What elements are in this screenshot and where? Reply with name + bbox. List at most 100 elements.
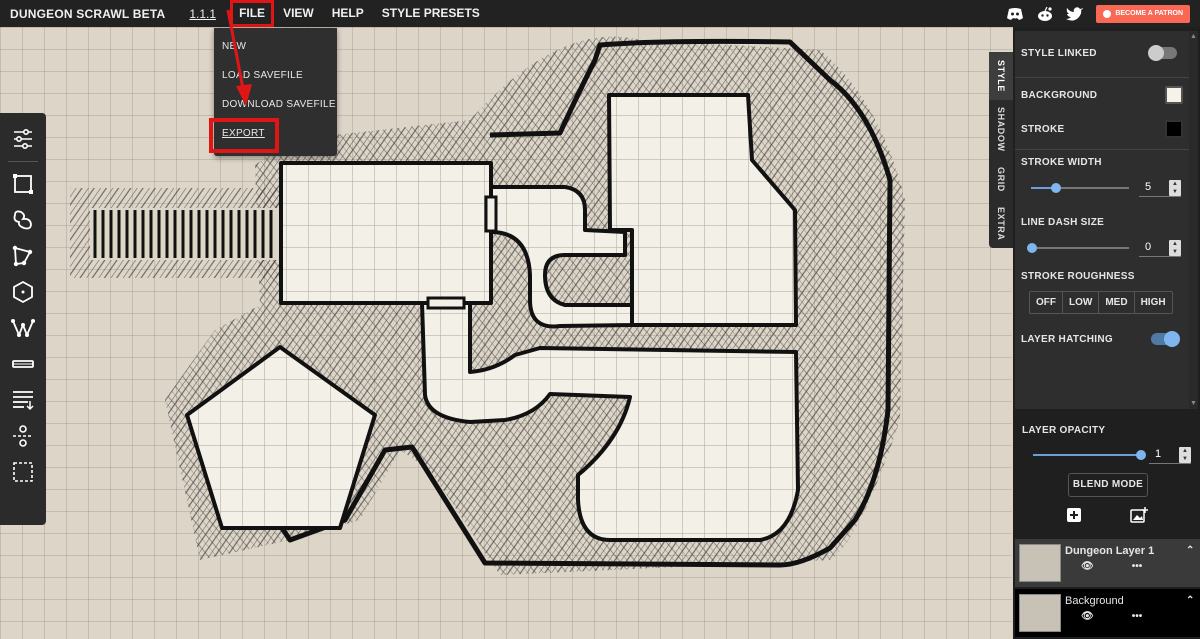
- chevron-up-icon[interactable]: ⌃: [1186, 539, 1200, 556]
- opacity-row: LAYER OPACITY: [1022, 425, 1184, 436]
- path-tool-icon[interactable]: [8, 313, 38, 343]
- blend-mode-button[interactable]: BLEND MODE: [1068, 473, 1148, 497]
- menu-view[interactable]: VIEW: [274, 0, 323, 27]
- stroke-width-slider[interactable]: [1051, 183, 1061, 193]
- visibility-eye-icon[interactable]: 👁: [1081, 611, 1094, 622]
- export-highlight-box: [209, 118, 279, 153]
- visibility-eye-icon[interactable]: 👁: [1081, 561, 1094, 572]
- menu-item-download-savefile[interactable]: DOWNLOAD SAVEFILE: [214, 90, 337, 119]
- layer-item-dungeon[interactable]: Dungeon Layer 1 👁 ••• ⌃: [1015, 539, 1200, 587]
- door-tool-icon[interactable]: [8, 349, 38, 379]
- patreon-icon: [1103, 9, 1112, 18]
- line-dash-label: LINE DASH SIZE: [1021, 217, 1105, 228]
- select-tool-icon[interactable]: [8, 457, 38, 487]
- tab-shadow[interactable]: SHADOW: [989, 100, 1013, 158]
- door-east: [484, 195, 498, 233]
- background-label: BACKGROUND: [1021, 89, 1098, 101]
- stroke-row: STROKE: [1021, 120, 1183, 138]
- opacity-value: 1: [1155, 448, 1162, 460]
- style-settings-icon[interactable]: [8, 124, 38, 154]
- menu-item-new[interactable]: NEW: [214, 32, 337, 61]
- discord-icon[interactable]: [1006, 5, 1024, 23]
- line-dash-slider[interactable]: [1027, 243, 1037, 253]
- stroke-width-input[interactable]: 5 ▲ ▼: [1139, 179, 1181, 197]
- layer-name: Background: [1065, 595, 1124, 607]
- panel-scrollbar[interactable]: ▲ ▼: [1189, 31, 1198, 409]
- menu-style-presets[interactable]: STYLE PRESETS: [373, 0, 489, 27]
- layer-name: Dungeon Layer 1: [1065, 545, 1155, 557]
- left-toolbar: [0, 113, 46, 525]
- roughness-segmented: OFF LOW MED HIGH: [1029, 291, 1173, 314]
- polygon-tool-icon[interactable]: [8, 241, 38, 271]
- tab-grid[interactable]: GRID: [989, 158, 1013, 200]
- background-color-swatch[interactable]: [1165, 86, 1183, 104]
- stroke-width-row: STROKE WIDTH: [1021, 157, 1183, 168]
- style-linked-label: STYLE LINKED: [1021, 47, 1097, 59]
- tab-style[interactable]: STYLE: [989, 52, 1013, 100]
- rectangle-tool-icon[interactable]: [8, 169, 38, 199]
- spinner-icon[interactable]: ▲ ▼: [1169, 180, 1181, 196]
- layer-thumbnail: [1019, 544, 1061, 582]
- hatching-row: LAYER HATCHING: [1021, 331, 1183, 347]
- style-linked-toggle[interactable]: [1148, 45, 1177, 61]
- toolbar-divider: [8, 161, 38, 162]
- patron-label: BECOME A PATRON: [1115, 10, 1183, 17]
- line-dash-input[interactable]: 0 ▲ ▼: [1139, 239, 1181, 257]
- roughness-med-button[interactable]: MED: [1099, 292, 1135, 313]
- menu-item-load-savefile[interactable]: LOAD SAVEFILE: [214, 61, 337, 90]
- chevron-up-icon[interactable]: ⌃: [1186, 589, 1200, 606]
- opacity-fill: [1033, 454, 1141, 456]
- scroll-down-icon[interactable]: ▼: [1190, 400, 1197, 407]
- add-layer-icon[interactable]: [1066, 507, 1082, 526]
- menubar-right: BECOME A PATRON: [1006, 4, 1200, 23]
- door-south: [426, 296, 466, 310]
- opacity-slider[interactable]: [1136, 450, 1146, 460]
- split-tool-icon[interactable]: [8, 421, 38, 451]
- layer-add-row: [1013, 507, 1200, 526]
- menu-file[interactable]: FILE: [230, 0, 275, 27]
- line-dash-row: LINE DASH SIZE: [1021, 217, 1183, 228]
- menu-help[interactable]: HELP: [323, 0, 373, 27]
- background-row: BACKGROUND: [1021, 86, 1183, 104]
- roughness-low-button[interactable]: LOW: [1063, 292, 1100, 313]
- stroke-width-label: STROKE WIDTH: [1021, 157, 1102, 168]
- more-options-icon[interactable]: •••: [1132, 611, 1143, 622]
- reddit-icon[interactable]: [1036, 5, 1054, 23]
- roughness-row: STROKE ROUGHNESS: [1021, 271, 1183, 282]
- map-canvas[interactable]: [0, 27, 1012, 639]
- add-image-layer-icon[interactable]: [1129, 507, 1148, 526]
- stairs-tool-icon[interactable]: [8, 385, 38, 415]
- room-main: [279, 161, 493, 305]
- panel-tabs: STYLE SHADOW GRID EXTRA: [989, 52, 1013, 248]
- roughness-label: STROKE ROUGHNESS: [1021, 271, 1135, 282]
- hatching-toggle[interactable]: [1151, 331, 1180, 347]
- style-linked-row: STYLE LINKED: [1021, 45, 1183, 61]
- dungeon-map: [70, 36, 905, 575]
- hatching-label: LAYER HATCHING: [1021, 333, 1113, 345]
- tab-extra[interactable]: EXTRA: [989, 200, 1013, 248]
- style-panel: STYLE LINKED BACKGROUND STROKE STROKE WI…: [1015, 31, 1189, 409]
- become-patron-button[interactable]: BECOME A PATRON: [1096, 4, 1190, 23]
- roughness-high-button[interactable]: HIGH: [1135, 292, 1172, 313]
- more-options-icon[interactable]: •••: [1132, 561, 1143, 572]
- twitter-icon[interactable]: [1066, 5, 1084, 23]
- spinner-icon[interactable]: ▲ ▼: [1169, 240, 1181, 256]
- stroke-color-swatch[interactable]: [1165, 120, 1183, 138]
- menubar: DUNGEON SCRAWL BETA 1.1.1 FILE VIEW HELP…: [0, 0, 1200, 27]
- app-title: DUNGEON SCRAWL BETA: [10, 6, 166, 21]
- layer-thumbnail: [1019, 594, 1061, 632]
- layer-item-background[interactable]: Background 👁 ••• ⌃: [1015, 589, 1200, 637]
- line-dash-value: 0: [1145, 241, 1152, 253]
- divider: [1015, 77, 1189, 78]
- freeform-shape-icon[interactable]: [8, 205, 38, 235]
- opacity-input[interactable]: 1 ▲ ▼: [1149, 446, 1191, 464]
- stroke-label: STROKE: [1021, 123, 1065, 135]
- scroll-up-icon[interactable]: ▲: [1190, 33, 1197, 40]
- divider: [1015, 149, 1189, 150]
- hexagon-tool-icon[interactable]: [8, 277, 38, 307]
- spinner-icon[interactable]: ▲ ▼: [1179, 447, 1191, 463]
- layer-opacity-label: LAYER OPACITY: [1022, 425, 1106, 436]
- stroke-width-value: 5: [1145, 181, 1152, 193]
- roughness-off-button[interactable]: OFF: [1030, 292, 1063, 313]
- version-link[interactable]: 1.1.1: [175, 7, 230, 21]
